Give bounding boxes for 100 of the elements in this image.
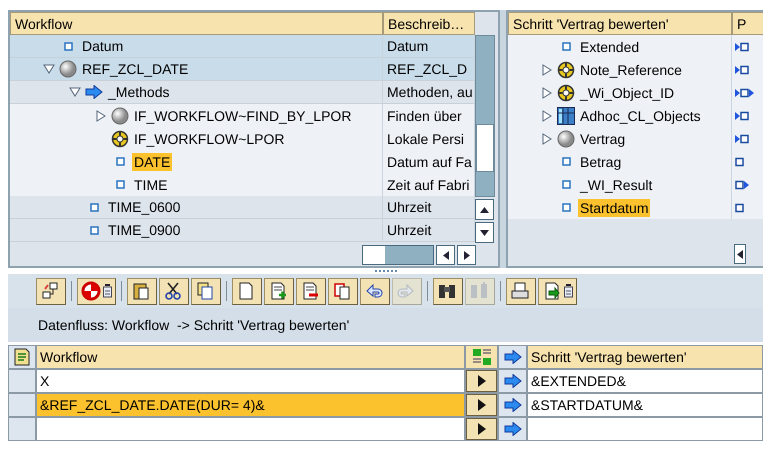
toolbar-button[interactable] [232, 278, 262, 304]
arrow-icon [504, 374, 522, 388]
copy-icon [195, 281, 215, 301]
toolbar-button[interactable] [191, 278, 221, 304]
input-field[interactable]: X [36, 369, 465, 393]
dataflow-title: Datenfluss: Workflow -> Schritt 'Vertrag bewerten' [8, 308, 763, 342]
collapse-triangle-icon[interactable] [43, 63, 55, 75]
sphere-icon [59, 60, 77, 78]
expand-triangle-icon[interactable] [541, 64, 553, 76]
toolbar-button[interactable] [36, 278, 66, 304]
column-header[interactable]: Beschreib… [383, 12, 475, 35]
paste-icon [131, 281, 151, 301]
square-icon [562, 157, 570, 166]
lifebuoy-icon [557, 60, 575, 78]
collapse-triangle-icon[interactable] [69, 86, 81, 98]
dropdown-icon[interactable] [103, 284, 112, 298]
lifebuoy-icon [557, 84, 575, 102]
toolbar-button[interactable] [433, 278, 463, 304]
toolbar-button[interactable] [296, 278, 326, 304]
square-icon [90, 202, 98, 212]
select-all-button[interactable] [8, 345, 36, 369]
assign-button[interactable] [466, 418, 497, 440]
lifebuoy-icon [111, 130, 129, 148]
toolbar-button[interactable] [360, 278, 390, 304]
hierarchy-icon [40, 281, 60, 301]
assign-button[interactable] [466, 394, 497, 416]
tree-node-label[interactable]: Startdatum [578, 198, 650, 216]
toolbar-button[interactable] [538, 278, 577, 304]
toolbar-button[interactable] [506, 278, 536, 304]
sphere-icon [111, 106, 129, 124]
scroll-down-icon[interactable] [480, 230, 489, 236]
tree-node-label[interactable]: IF_WORKFLOW~FIND_BY_LPOR [132, 106, 354, 124]
table-icon [557, 106, 575, 124]
column-header[interactable]: Schritt 'Vertrag bewerten' [527, 345, 763, 369]
column-header[interactable]: P [732, 12, 763, 35]
description-text: Uhrzeit [386, 222, 432, 238]
tree-node-label[interactable]: Datum [80, 37, 126, 55]
check-icon [81, 281, 101, 301]
grid-icon[interactable] [472, 348, 492, 366]
scroll-up-icon[interactable] [480, 206, 489, 212]
expand-triangle-icon[interactable] [95, 110, 107, 122]
copy-row-icon [332, 281, 352, 301]
printer-icon [510, 281, 530, 301]
scrollbar-thumb[interactable] [476, 124, 494, 172]
expand-triangle-icon[interactable] [541, 132, 553, 144]
column-header[interactable]: Schritt 'Vertrag bewerten' [508, 12, 732, 35]
input-field[interactable]: &EXTENDED& [527, 369, 763, 393]
expand-triangle-icon[interactable] [541, 110, 553, 122]
scroll-right-icon[interactable] [464, 250, 470, 260]
expand-triangle-icon[interactable] [541, 86, 553, 98]
tree-node-label[interactable]: _Methods [106, 83, 172, 101]
toolbar-button[interactable] [77, 278, 116, 304]
tree-node-label[interactable]: REF_ZCL_DATE [80, 60, 190, 78]
dropdown-icon[interactable] [564, 284, 573, 298]
play-icon [478, 423, 486, 435]
square-icon [562, 42, 570, 51]
tree-node-label[interactable]: DATE [132, 152, 172, 170]
horizontal-scrollbar[interactable] [362, 245, 434, 265]
arrow-icon [504, 398, 522, 412]
vertical-scrollbar[interactable] [475, 35, 495, 243]
play-icon [478, 399, 486, 411]
square-icon [562, 203, 570, 212]
arrow-icon [504, 422, 522, 436]
description-text: Lokale Persi [386, 130, 464, 146]
square-icon [64, 42, 72, 50]
square-icon [116, 180, 124, 189]
toolbar-button[interactable] [264, 278, 294, 304]
play-icon [478, 375, 486, 387]
description-text: Zeit auf Fabri [386, 176, 470, 192]
tree-node-label[interactable]: Vertrag [578, 130, 628, 148]
tree-node-label[interactable]: TIME_0600 [106, 198, 182, 216]
description-text: Datum auf Fa [386, 154, 472, 170]
toolbar-button[interactable] [159, 278, 189, 304]
resize-grip-icon[interactable] [374, 270, 396, 272]
square-icon [562, 180, 570, 189]
description-text: Finden über [386, 108, 462, 124]
assign-button[interactable] [466, 370, 497, 392]
column-header[interactable]: Workflow [10, 12, 383, 35]
input-field[interactable]: &REF_ZCL_DATE.DATE(DUR= 4)& [36, 393, 465, 417]
scroll-left-icon[interactable] [737, 250, 743, 258]
toolbar-button[interactable] [127, 278, 157, 304]
sphere-icon [557, 130, 575, 148]
scroll-left-icon[interactable] [442, 250, 448, 260]
input-field[interactable]: &STARTDATUM& [527, 393, 763, 417]
square-icon [116, 157, 124, 166]
tree-node-label[interactable]: Betrag [578, 152, 624, 170]
tree-node-label[interactable]: TIME [132, 176, 170, 194]
arrow-icon [504, 350, 522, 364]
tree-node-label[interactable]: TIME_0900 [106, 221, 182, 239]
tree-node-label[interactable]: Extended [578, 38, 642, 56]
tree-node-label[interactable]: IF_WORKFLOW~LPOR [132, 130, 287, 148]
square-icon [90, 226, 98, 234]
table-settings-icon[interactable] [13, 348, 31, 366]
toolbar-button[interactable] [328, 278, 358, 304]
scissors-icon [163, 281, 183, 301]
input-field[interactable] [527, 417, 763, 441]
binoculars-plus-icon [469, 281, 489, 301]
column-header[interactable]: Workflow [36, 345, 465, 369]
input-field[interactable] [36, 417, 465, 441]
arrow-icon [85, 85, 103, 99]
